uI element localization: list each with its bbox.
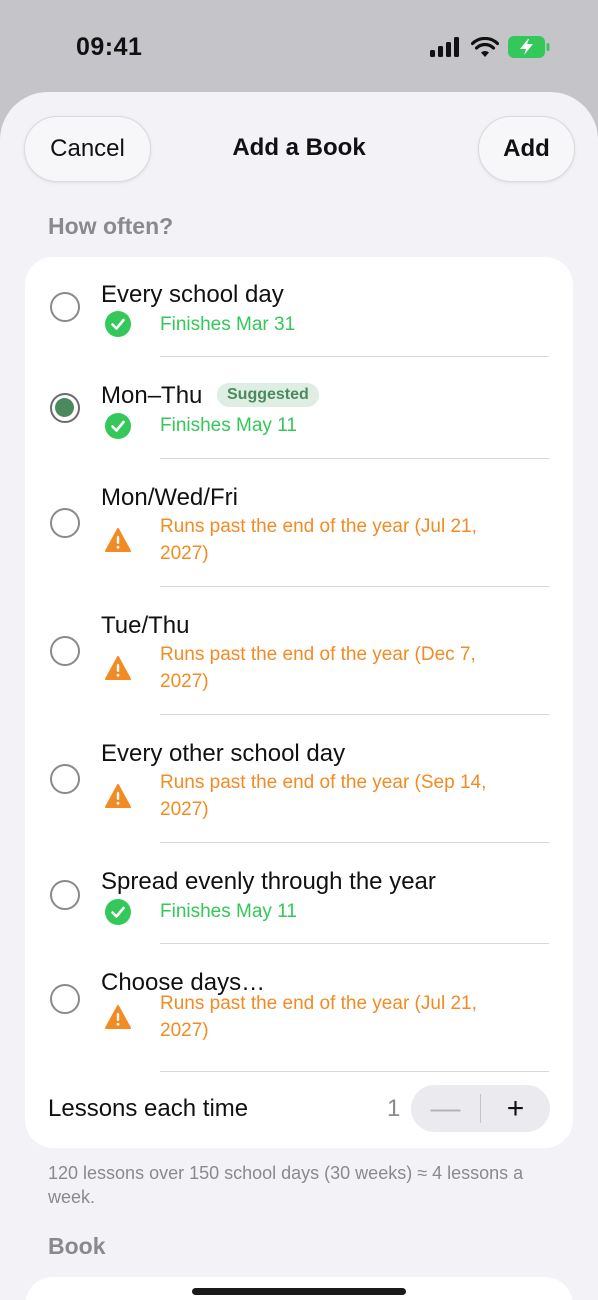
option-title: Every other school day <box>101 740 346 767</box>
option-title: Spread evenly through the year <box>101 868 436 895</box>
option-every-other-school-day[interactable]: Every other school day Runs past the end… <box>25 715 573 843</box>
suggested-badge: Suggested <box>217 383 319 407</box>
option-mon-thu[interactable]: Mon–Thu Suggested Finishes May 11 <box>25 357 573 458</box>
option-every-school-day[interactable]: Every school day Finishes Mar 31 <box>25 257 573 357</box>
add-button[interactable]: Add <box>478 116 575 182</box>
option-title: Every school day <box>101 281 284 308</box>
status-time: 09:41 <box>76 33 143 61</box>
radio-button-selected[interactable] <box>50 393 80 423</box>
lessons-each-time-label: Lessons each time <box>48 1095 249 1122</box>
option-title: Tue/Thu <box>101 612 190 639</box>
schedule-footnote: 120 lessons over 150 school days (30 wee… <box>48 1163 524 1207</box>
warning-triangle-icon <box>105 528 131 552</box>
option-choose-days[interactable]: Choose days… Runs past the end of the ye… <box>25 944 573 1072</box>
section-header-how-often: How often? <box>48 213 174 239</box>
radio-button[interactable] <box>50 880 80 910</box>
radio-button[interactable] <box>50 984 80 1014</box>
option-status-text: Finishes May 11 <box>160 901 297 922</box>
option-status-text: Runs past the end of the year (Dec 7, 20… <box>160 644 476 692</box>
decrement-button[interactable]: — <box>411 1085 480 1132</box>
option-status-text: Finishes May 11 <box>160 415 297 436</box>
option-status-text: Runs past the end of the year (Sep 14, 2… <box>160 772 487 820</box>
lessons-value: 1 <box>387 1095 401 1122</box>
divider <box>160 1071 549 1072</box>
home-indicator <box>192 1288 406 1295</box>
radio-button[interactable] <box>50 508 80 538</box>
cellular-signal-icon <box>430 37 459 57</box>
checkmark-circle-icon <box>105 311 131 337</box>
radio-button[interactable] <box>50 292 80 322</box>
radio-button[interactable] <box>50 764 80 794</box>
lessons-stepper: — + <box>411 1085 550 1132</box>
increment-button[interactable]: + <box>481 1085 550 1132</box>
add-book-sheet: Cancel Add a Book Add How often? Every s… <box>0 92 598 1300</box>
frequency-options-card: Every school day Finishes Mar 31 Mon–Thu… <box>25 257 573 1148</box>
option-title: Mon–Thu <box>101 382 203 409</box>
radio-button[interactable] <box>50 636 80 666</box>
warning-triangle-icon <box>105 656 131 680</box>
status-bar: 09:41 <box>0 0 598 92</box>
warning-triangle-icon <box>105 1005 131 1029</box>
option-title: Mon/Wed/Fri <box>101 484 238 511</box>
status-icons <box>430 36 550 58</box>
option-status-text: Finishes Mar 31 <box>160 314 296 335</box>
option-status-text: Runs past the end of the year (Jul 21, 2… <box>160 993 477 1041</box>
option-mon-wed-fri[interactable]: Mon/Wed/Fri Runs past the end of the yea… <box>25 459 573 587</box>
battery-charging-icon <box>508 36 550 58</box>
option-spread-evenly[interactable]: Spread evenly through the year Finishes … <box>25 843 573 944</box>
checkmark-circle-icon <box>105 413 131 439</box>
section-header-book: Book <box>48 1233 106 1259</box>
wifi-icon <box>471 36 499 57</box>
checkmark-circle-icon <box>105 899 131 925</box>
option-status-text: Runs past the end of the year (Jul 21, 2… <box>160 516 477 564</box>
option-tue-thu[interactable]: Tue/Thu Runs past the end of the year (D… <box>25 587 573 715</box>
warning-triangle-icon <box>105 784 131 808</box>
